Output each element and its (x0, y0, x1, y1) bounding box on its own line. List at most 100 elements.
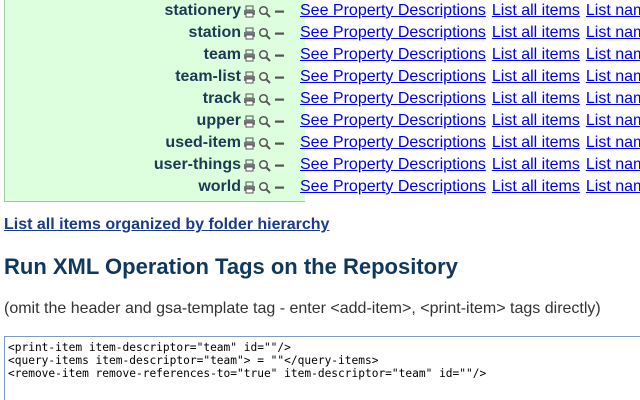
row-actions (243, 49, 286, 62)
item-name-cell: team-list (0, 68, 292, 86)
item-descriptor-row: world See Property Descriptions List all i… (0, 176, 640, 198)
item-name-cell: stationery (0, 2, 292, 20)
list-all-items-link[interactable]: List all items (492, 112, 580, 130)
row-links: See Property Descriptions List all items L… (300, 68, 640, 86)
print-icon[interactable] (243, 5, 256, 18)
list-names-link[interactable]: List nam (586, 90, 640, 108)
instructions-text: (omit the header and gsa-template tag - … (4, 300, 601, 317)
search-icon[interactable] (258, 5, 271, 18)
item-name: used-item (165, 134, 241, 151)
item-name-cell: station (0, 24, 292, 42)
item-name: station (188, 24, 241, 41)
list-all-items-link[interactable]: List all items (492, 2, 580, 20)
print-icon[interactable] (243, 115, 256, 128)
item-name-cell: upper (0, 112, 292, 130)
minus-icon[interactable] (273, 181, 286, 194)
row-actions (243, 5, 286, 18)
item-descriptor-row: team-list See Property Descriptions List a… (0, 66, 640, 88)
see-property-descriptions-link[interactable]: See Property Descriptions (300, 156, 486, 174)
row-actions (243, 27, 286, 40)
item-descriptor-row: station See Property Descriptions List all… (0, 22, 640, 44)
minus-icon[interactable] (273, 71, 286, 84)
row-actions (243, 137, 286, 150)
item-name-cell: user-things (0, 156, 292, 174)
see-property-descriptions-link[interactable]: See Property Descriptions (300, 134, 486, 152)
list-all-items-link[interactable]: List all items (492, 134, 580, 152)
item-name: upper (196, 112, 241, 129)
item-name: stationery (164, 2, 241, 19)
xml-line: <print-item item-descriptor="team" id=""… (8, 341, 291, 354)
minus-icon[interactable] (273, 49, 286, 62)
minus-icon[interactable] (273, 93, 286, 106)
see-property-descriptions-link[interactable]: See Property Descriptions (300, 112, 486, 130)
print-icon[interactable] (243, 49, 256, 62)
row-actions (243, 93, 286, 106)
list-names-link[interactable]: List nam (586, 2, 640, 20)
print-icon[interactable] (243, 93, 256, 106)
item-descriptor-row: upper See Property Descriptions List all i… (0, 110, 640, 132)
print-icon[interactable] (243, 181, 256, 194)
row-links: See Property Descriptions List all items L… (300, 2, 640, 20)
row-links: See Property Descriptions List all items L… (300, 112, 640, 130)
xml-line: <query-items item-descriptor="team"> = "… (8, 354, 379, 367)
list-names-link[interactable]: List nam (586, 46, 640, 64)
see-property-descriptions-link[interactable]: See Property Descriptions (300, 68, 486, 86)
minus-icon[interactable] (273, 115, 286, 128)
row-actions (243, 181, 286, 194)
folder-hierarchy-link[interactable]: List all items organized by folder hiera… (4, 216, 329, 234)
see-property-descriptions-link[interactable]: See Property Descriptions (300, 90, 486, 108)
print-icon[interactable] (243, 27, 256, 40)
item-name: user-things (153, 156, 241, 173)
search-icon[interactable] (258, 71, 271, 84)
list-all-items-link[interactable]: List all items (492, 68, 580, 86)
item-name-cell: team (0, 46, 292, 64)
search-icon[interactable] (258, 137, 271, 150)
minus-icon[interactable] (273, 159, 286, 172)
item-name-cell: track (0, 90, 292, 108)
see-property-descriptions-link[interactable]: See Property Descriptions (300, 178, 486, 196)
list-names-link[interactable]: List nam (586, 112, 640, 130)
row-actions (243, 71, 286, 84)
page: stationery See Property Descriptions List … (0, 0, 640, 400)
row-links: See Property Descriptions List all items L… (300, 156, 640, 174)
row-links: See Property Descriptions List all items L… (300, 24, 640, 42)
search-icon[interactable] (258, 181, 271, 194)
see-property-descriptions-link[interactable]: See Property Descriptions (300, 2, 486, 20)
item-name: track (202, 90, 241, 107)
row-links: See Property Descriptions List all items L… (300, 134, 640, 152)
minus-icon[interactable] (273, 137, 286, 150)
search-icon[interactable] (258, 159, 271, 172)
list-names-link[interactable]: List nam (586, 68, 640, 86)
search-icon[interactable] (258, 49, 271, 62)
print-icon[interactable] (243, 71, 256, 84)
list-all-items-link[interactable]: List all items (492, 156, 580, 174)
list-all-items-link[interactable]: List all items (492, 46, 580, 64)
item-name: world (198, 178, 241, 195)
list-all-items-link[interactable]: List all items (492, 24, 580, 42)
list-all-items-link[interactable]: List all items (492, 90, 580, 108)
item-name-cell: used-item (0, 134, 292, 152)
row-actions (243, 159, 286, 172)
list-all-items-link[interactable]: List all items (492, 178, 580, 196)
see-property-descriptions-link[interactable]: See Property Descriptions (300, 24, 486, 42)
item-name: team (203, 46, 241, 63)
print-icon[interactable] (243, 137, 256, 150)
row-links: See Property Descriptions List all items L… (300, 178, 640, 196)
row-links: See Property Descriptions List all items L… (300, 46, 640, 64)
list-names-link[interactable]: List nam (586, 134, 640, 152)
see-property-descriptions-link[interactable]: See Property Descriptions (300, 46, 486, 64)
search-icon[interactable] (258, 27, 271, 40)
search-icon[interactable] (258, 93, 271, 106)
xml-operations-textarea[interactable]: <print-item item-descriptor="team" id=""… (4, 336, 640, 400)
list-names-link[interactable]: List nam (586, 24, 640, 42)
list-names-link[interactable]: List nam (586, 156, 640, 174)
item-descriptor-row: used-item See Property Descriptions List a… (0, 132, 640, 154)
row-actions (243, 115, 286, 128)
print-icon[interactable] (243, 159, 256, 172)
minus-icon[interactable] (273, 27, 286, 40)
item-name: team-list (175, 68, 241, 85)
item-descriptor-row: user-things See Property Descriptions List… (0, 154, 640, 176)
list-names-link[interactable]: List nam (586, 178, 640, 196)
minus-icon[interactable] (273, 5, 286, 18)
search-icon[interactable] (258, 115, 271, 128)
